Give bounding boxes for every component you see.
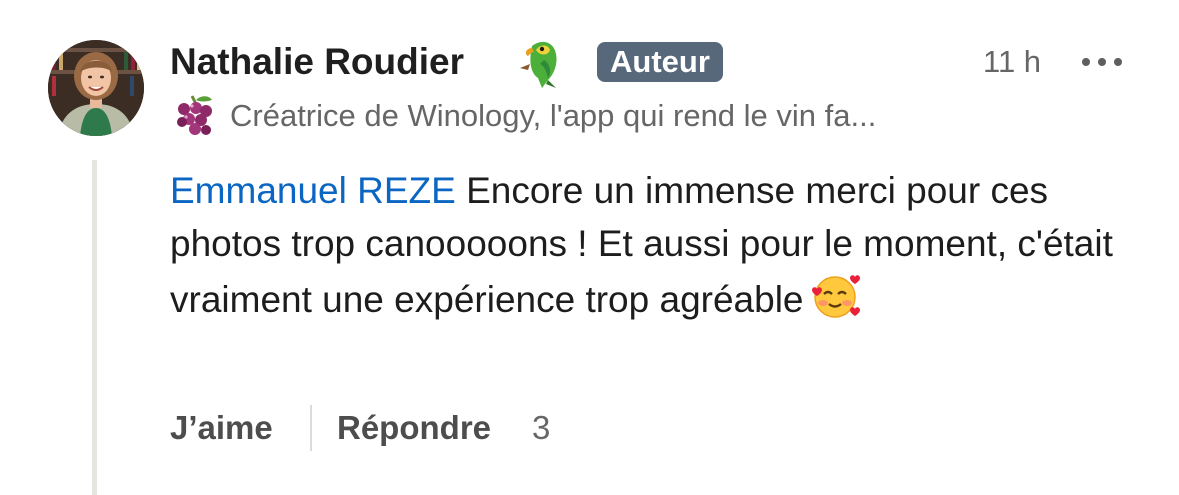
parrot-icon	[512, 34, 572, 90]
smiling-face-with-hearts-icon	[810, 270, 862, 320]
like-button[interactable]: J’aime	[170, 405, 273, 451]
thread-line	[92, 160, 97, 495]
grapes-icon	[170, 92, 218, 140]
timestamp: 11 h	[983, 44, 1042, 79]
author-badge: Auteur	[597, 42, 723, 82]
author-name[interactable]: Nathalie Roudier	[170, 38, 464, 86]
action-divider	[310, 405, 312, 451]
comment-body: Emmanuel REZE Encore un immense merci po…	[170, 164, 1130, 326]
comment: Nathalie Roudier Auteur 11 h Créatrice d…	[0, 0, 1179, 495]
reply-button[interactable]: Répondre	[337, 405, 491, 451]
author-headline: Créatrice de Winology, l'app qui rend le…	[230, 98, 877, 133]
more-options-icon[interactable]	[1076, 44, 1128, 80]
reply-count[interactable]: 3	[532, 405, 550, 451]
avatar[interactable]	[48, 40, 144, 136]
mention-link[interactable]: Emmanuel REZE	[170, 170, 456, 211]
